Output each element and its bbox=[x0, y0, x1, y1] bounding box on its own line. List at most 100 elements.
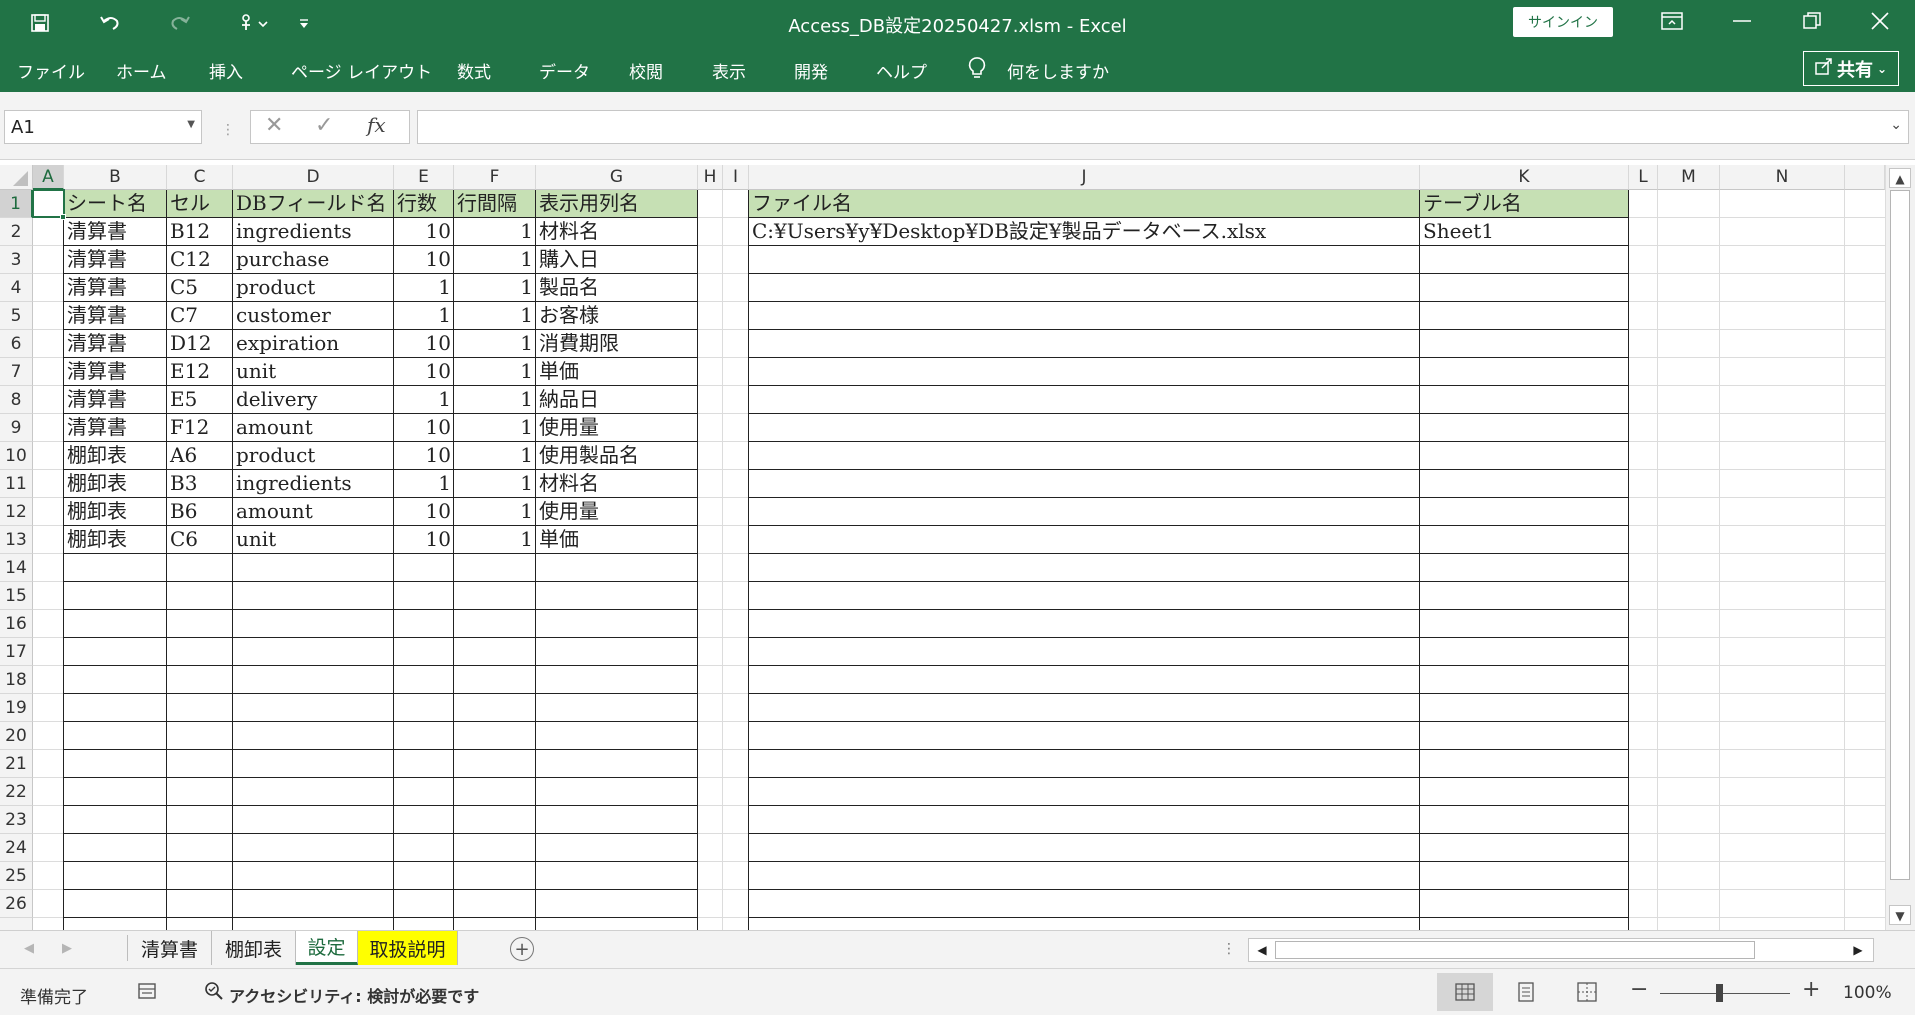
chevron-down-icon[interactable]: ▼ bbox=[187, 119, 195, 130]
data-cell-interval[interactable]: 1 bbox=[454, 526, 536, 553]
row-header[interactable]: 8 bbox=[0, 386, 33, 414]
accessibility-icon[interactable] bbox=[203, 980, 225, 1007]
data-cell-field[interactable]: customer bbox=[233, 302, 394, 329]
data-cell-sheet[interactable]: 清算書 bbox=[64, 302, 167, 329]
fill-handle[interactable] bbox=[60, 214, 66, 220]
row-header[interactable]: 13 bbox=[0, 526, 33, 554]
data-cell-display[interactable]: 使用製品名 bbox=[536, 442, 698, 469]
header-cell-e[interactable]: 行数 bbox=[394, 190, 454, 217]
column-header-g[interactable]: G bbox=[536, 165, 698, 190]
touch-mode-icon[interactable] bbox=[230, 8, 278, 38]
data-cell-field[interactable]: expiration bbox=[233, 330, 394, 357]
scroll-up-icon[interactable]: ▲ bbox=[1889, 168, 1911, 188]
data-cell-sheet[interactable]: 清算書 bbox=[64, 218, 167, 245]
minimize-icon[interactable] bbox=[1708, 0, 1776, 42]
data-cell-cell[interactable]: E5 bbox=[167, 386, 233, 413]
data-cell-rows[interactable]: 10 bbox=[394, 246, 454, 273]
data-cell-interval[interactable]: 1 bbox=[454, 386, 536, 413]
row-header[interactable]: 17 bbox=[0, 638, 33, 666]
data-cell-field[interactable]: ingredients bbox=[233, 470, 394, 497]
data-cell-field[interactable]: purchase bbox=[233, 246, 394, 273]
data-cell-sheet[interactable]: 清算書 bbox=[64, 246, 167, 273]
save-icon[interactable] bbox=[24, 8, 56, 38]
header-cell-f[interactable]: 行間隔 bbox=[454, 190, 536, 217]
page-layout-view-icon[interactable] bbox=[1498, 973, 1554, 1011]
vertical-scrollbar[interactable]: ▲ ▼ bbox=[1885, 165, 1915, 930]
data-cell-interval[interactable]: 1 bbox=[454, 274, 536, 301]
data-cell-cell[interactable]: C5 bbox=[167, 274, 233, 301]
column-header-n[interactable]: N bbox=[1720, 165, 1845, 190]
data-cell-rows[interactable]: 10 bbox=[394, 330, 454, 357]
data-cell-sheet[interactable]: 棚卸表 bbox=[64, 442, 167, 469]
share-button[interactable]: 共有 ⌄ bbox=[1803, 51, 1899, 86]
tab-split-handle-icon[interactable]: ⋮ bbox=[1222, 941, 1236, 957]
data-cell-display[interactable]: 使用量 bbox=[536, 414, 698, 441]
data-cell-rows[interactable]: 10 bbox=[394, 414, 454, 441]
tab-file[interactable]: ファイル bbox=[17, 58, 85, 83]
signin-button[interactable]: サインイン bbox=[1513, 7, 1613, 37]
data-cell-cell[interactable]: A6 bbox=[167, 442, 233, 469]
row-header[interactable]: 1 bbox=[0, 190, 33, 218]
data-cell-field[interactable]: delivery bbox=[233, 386, 394, 413]
tell-me-search[interactable]: 何をしますか bbox=[1007, 58, 1109, 83]
worksheet-grid[interactable]: ABCDEFGHIJKLMN 1 2 3 4 5 6 7 8 9 10 11 12 13 14 15 16 17… bbox=[0, 165, 1885, 930]
insert-function-icon[interactable]: fx bbox=[367, 113, 386, 137]
data-cell-display[interactable]: 単価 bbox=[536, 358, 698, 385]
column-header-f[interactable]: F bbox=[454, 165, 536, 190]
data-cell-sheet[interactable]: 棚卸表 bbox=[64, 526, 167, 553]
data-cell-display[interactable]: 使用量 bbox=[536, 498, 698, 525]
data-cell-rows[interactable]: 1 bbox=[394, 302, 454, 329]
header-cell-d[interactable]: DBフィールド名 bbox=[233, 190, 394, 217]
data-cell-cell[interactable]: F12 bbox=[167, 414, 233, 441]
column-header-e[interactable]: E bbox=[394, 165, 454, 190]
accessibility-status[interactable]: アクセシビリティ: 検討が必要です bbox=[229, 983, 479, 1007]
scroll-thumb[interactable] bbox=[1890, 190, 1910, 880]
tab-insert[interactable]: 挿入 bbox=[209, 58, 243, 83]
horizontal-scrollbar[interactable]: ◀ ▶ bbox=[1248, 938, 1874, 962]
resize-handle-icon[interactable]: ⋮ bbox=[221, 122, 235, 138]
row-header[interactable]: 20 bbox=[0, 722, 33, 750]
cancel-icon[interactable]: ✕ bbox=[265, 113, 283, 138]
normal-view-icon[interactable] bbox=[1437, 973, 1493, 1011]
name-box[interactable]: A1 ▼ bbox=[4, 110, 202, 144]
data-cell-cell[interactable]: C6 bbox=[167, 526, 233, 553]
column-header-i[interactable]: I bbox=[723, 165, 749, 190]
row-header[interactable]: 9 bbox=[0, 414, 33, 442]
column-header-m[interactable]: M bbox=[1658, 165, 1720, 190]
row-header[interactable]: 18 bbox=[0, 666, 33, 694]
sheet-tab-seisansho[interactable]: 清算書 bbox=[128, 931, 212, 965]
row-header[interactable]: 15 bbox=[0, 582, 33, 610]
macro-record-icon[interactable] bbox=[137, 980, 159, 1007]
sheet-tab-settei[interactable]: 設定 bbox=[296, 931, 358, 965]
header-cell-g[interactable]: 表示用列名 bbox=[536, 190, 698, 217]
data-cell-field[interactable]: product bbox=[233, 274, 394, 301]
row-header[interactable]: 25 bbox=[0, 862, 33, 890]
data-cell-rows[interactable]: 10 bbox=[394, 358, 454, 385]
row-header[interactable]: 22 bbox=[0, 778, 33, 806]
tab-page-layout[interactable]: ページ レイアウト bbox=[291, 58, 432, 83]
row-header[interactable]: 6 bbox=[0, 330, 33, 358]
data-cell-display[interactable]: 製品名 bbox=[536, 274, 698, 301]
select-all-corner[interactable] bbox=[0, 165, 33, 190]
data-cell-display[interactable]: 購入日 bbox=[536, 246, 698, 273]
column-header-c[interactable]: C bbox=[167, 165, 233, 190]
row-header[interactable]: 4 bbox=[0, 274, 33, 302]
data-cell-field[interactable]: unit bbox=[233, 526, 394, 553]
scroll-left-icon[interactable]: ◀ bbox=[1251, 940, 1273, 960]
data-cell-sheet[interactable]: 棚卸表 bbox=[64, 498, 167, 525]
scroll-right-icon[interactable]: ▶ bbox=[1847, 940, 1869, 960]
data-cell-rows[interactable]: 1 bbox=[394, 470, 454, 497]
data-cell-rows[interactable]: 1 bbox=[394, 386, 454, 413]
row-header[interactable]: 19 bbox=[0, 694, 33, 722]
data-cell-sheet[interactable]: 清算書 bbox=[64, 414, 167, 441]
zoom-in-icon[interactable]: + bbox=[1802, 977, 1820, 1002]
table-name-cell[interactable]: Sheet1 bbox=[1420, 218, 1629, 245]
data-cell-cell[interactable]: B12 bbox=[167, 218, 233, 245]
header-cell-j[interactable]: ファイル名 bbox=[749, 190, 1420, 217]
column-header-j[interactable]: J bbox=[749, 165, 1420, 190]
zoom-slider-thumb[interactable] bbox=[1716, 984, 1723, 1002]
file-path-cell[interactable]: C:¥Users¥y¥Desktop¥DB設定¥製品データベース.xlsx bbox=[749, 218, 1420, 245]
data-cell-interval[interactable]: 1 bbox=[454, 246, 536, 273]
chevron-down-icon[interactable]: ⌄ bbox=[1890, 117, 1902, 133]
scroll-thumb[interactable] bbox=[1275, 941, 1755, 959]
